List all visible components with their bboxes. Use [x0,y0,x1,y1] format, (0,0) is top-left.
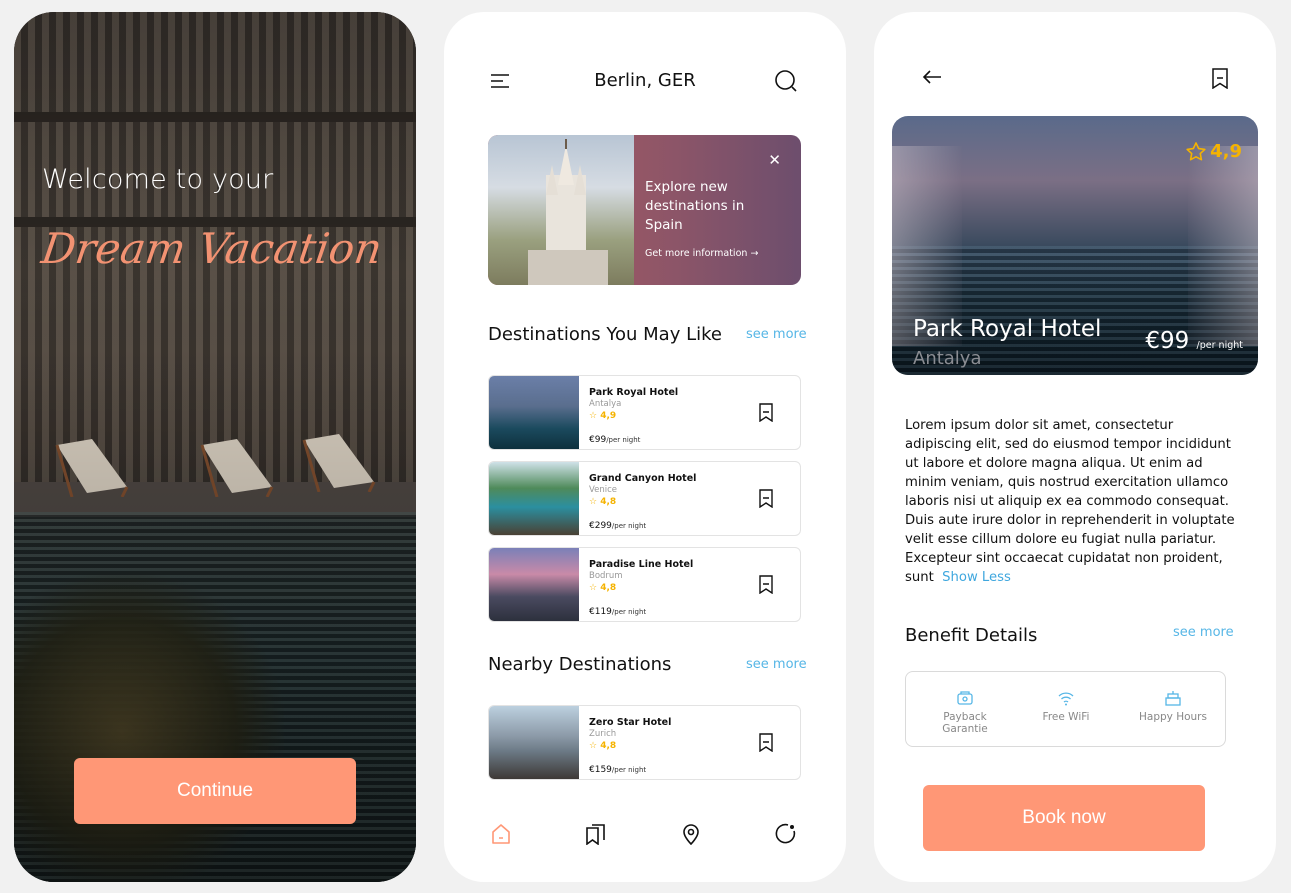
benefit-item: Free WiFi [1030,690,1102,723]
hotel-price: €119/per night [589,607,647,617]
map-pin-icon[interactable] [680,823,702,845]
hotel-name: Zero Star Hotel [589,717,672,728]
top-bar: Berlin, GER [444,67,846,97]
nearby-title: Nearby Destinations [488,654,672,675]
star-icon: ☆ [589,583,598,593]
close-icon[interactable]: ✕ [768,151,781,169]
hotel-rating: 4,9 [1186,141,1242,162]
background-photo [14,12,416,882]
hotel-name: Paradise Line Hotel [589,559,694,570]
hotel-rating: ☆ 4,8 [589,583,617,593]
hotel-price: €99/per night [589,435,641,445]
welcome-text: Welcome to your [42,164,274,195]
hotel-price: €99 /per night [1145,328,1243,354]
profile-icon[interactable] [775,823,797,845]
benefit-see-more-link[interactable]: see more [1173,625,1234,640]
star-icon: ☆ [589,411,598,421]
welcome-screen: Welcome to your Dream Vacation Continue [14,12,416,882]
hotel-image [489,706,579,779]
bookmark-icon[interactable] [758,575,774,594]
hotel-price: €159/per night [589,765,647,775]
hotel-city: Zurich [589,729,617,739]
star-icon: ☆ [589,741,598,751]
hotel-description: Lorem ipsum dolor sit amet, consectetur … [905,418,1235,585]
arrow-right-icon: → [750,248,759,259]
hotel-name: Grand Canyon Hotel [589,473,697,484]
hotel-city: Venice [589,485,618,495]
star-icon [1186,142,1206,161]
hotel-price: €299/per night [589,521,647,531]
benefit-item: Happy Hours [1136,690,1210,723]
hotel-card[interactable]: Park Royal Hotel Antalya ☆ 4,9 €99/per n… [488,375,801,450]
destinations-see-more-link[interactable]: see more [746,327,807,342]
benefit-list: Payback Garantie Free WiFi Happy Hours [905,671,1226,747]
payback-icon [957,691,973,705]
hotel-rating: ☆ 4,8 [589,497,617,507]
home-screen: Berlin, GER ✕ Explore new destinations i… [444,12,846,882]
bookmark-icon[interactable] [758,489,774,508]
hotel-image [489,462,579,535]
hotel-city: Bodrum [589,571,623,581]
hotel-card[interactable]: Zero Star Hotel Zurich ☆ 4,8 €159/per ni… [488,705,801,780]
bookmark-icon[interactable] [758,733,774,752]
book-now-button[interactable]: Book now [923,785,1205,851]
headline: Dream Vacation [38,224,386,273]
promo-banner[interactable]: ✕ Explore new destinations in Spain Get … [488,135,801,285]
hotel-city: Antalya [589,399,622,409]
back-arrow-icon[interactable] [922,70,942,84]
hotel-card[interactable]: Paradise Line Hotel Bodrum ☆ 4,8 €119/pe… [488,547,801,622]
benefit-item: Payback Garantie [922,690,1008,735]
search-icon[interactable] [774,69,798,93]
bookmark-icon[interactable] [1211,68,1229,89]
hotel-rating: ☆ 4,8 [589,741,617,751]
hotel-name: Park Royal Hotel [913,316,1102,342]
promo-image [488,135,634,285]
detail-screen: 4,9 Park Royal Hotel Antalya €99 /per ni… [874,12,1276,882]
continue-button[interactable]: Continue [74,758,356,824]
hotel-rating: ☆ 4,9 [589,411,617,421]
promo-text: Explore new destinations in Spain [645,179,745,233]
promo-link[interactable]: Get more information → [645,248,758,259]
bookmark-icon[interactable] [758,403,774,422]
benefit-title: Benefit Details [905,625,1038,646]
hotel-hero-image: 4,9 Park Royal Hotel Antalya €99 /per ni… [892,116,1258,375]
destinations-title: Destinations You May Like [488,324,722,345]
hotel-name: Park Royal Hotel [589,387,679,398]
bookmarks-icon[interactable] [585,823,607,845]
home-icon[interactable] [490,823,512,845]
wifi-icon [1058,692,1074,706]
cake-icon [1165,691,1181,706]
hotel-card[interactable]: Grand Canyon Hotel Venice ☆ 4,8 €299/per… [488,461,801,536]
star-icon: ☆ [589,497,598,507]
hotel-city: Antalya [913,348,982,369]
show-less-link[interactable]: Show Less [942,570,1011,585]
nearby-see-more-link[interactable]: see more [746,657,807,672]
hotel-image [489,376,579,449]
hotel-image [489,548,579,621]
